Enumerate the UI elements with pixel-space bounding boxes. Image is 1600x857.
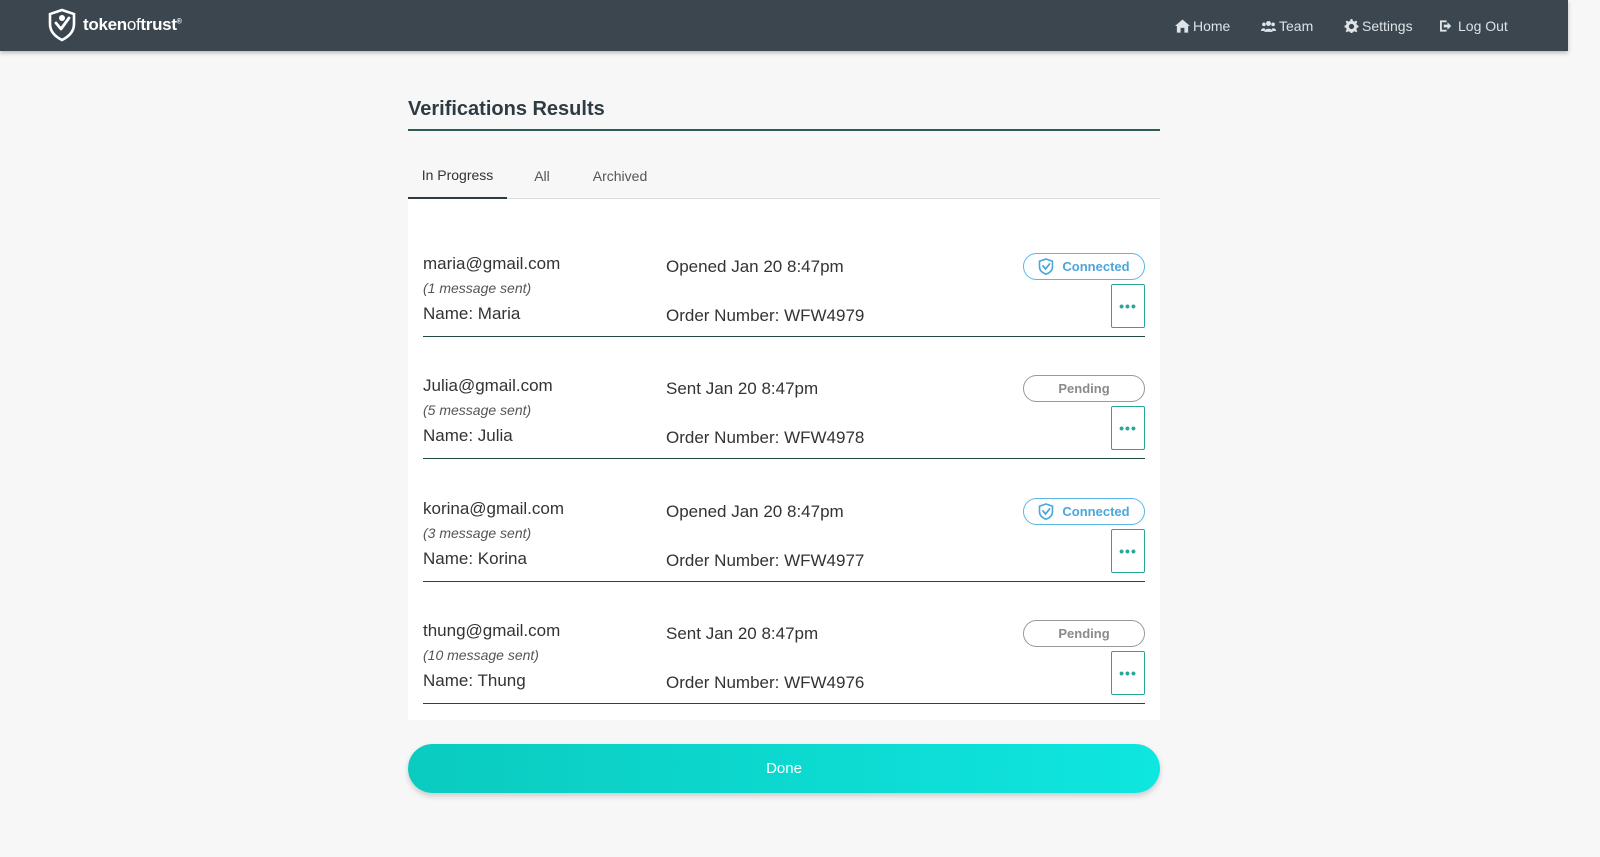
nav-home-link[interactable]: Home [1175, 0, 1230, 51]
title-divider [408, 129, 1160, 131]
status-tabs: In Progress All Archived [408, 152, 1160, 199]
ellipsis-icon: ••• [1119, 665, 1137, 681]
recipient-name: Name: Thung [423, 671, 526, 690]
top-navigation-bar: tokenoftrust® Home Team Settings Log Out [0, 0, 1568, 51]
more-options-button[interactable]: ••• [1111, 406, 1145, 450]
tab-archived[interactable]: Archived [584, 152, 656, 199]
nav-logout-link[interactable]: Log Out [1440, 0, 1508, 51]
nav-team-link[interactable]: Team [1261, 0, 1313, 51]
list-item: korina@gmail.com (3 message sent) Name: … [423, 460, 1145, 582]
more-options-button[interactable]: ••• [1111, 284, 1145, 328]
status-badge-label: Connected [1062, 259, 1130, 274]
ellipsis-icon: ••• [1119, 543, 1137, 559]
nav-team-label: Team [1279, 17, 1314, 34]
tab-in-progress[interactable]: In Progress [408, 152, 507, 199]
shield-check-logo-icon [48, 8, 76, 42]
team-icon [1261, 20, 1276, 32]
nav-settings-link[interactable]: Settings [1344, 0, 1413, 51]
recipient-name: Name: Maria [423, 304, 521, 323]
messages-sent-count: (5 message sent) [423, 402, 532, 418]
list-item: Julia@gmail.com (5 message sent) Name: J… [423, 337, 1145, 459]
status-badge-pending: Pending [1023, 375, 1145, 402]
messages-sent-count: (3 message sent) [423, 525, 532, 541]
status-badge-label: Connected [1062, 504, 1130, 519]
status-badge-connected: Connected [1023, 498, 1145, 525]
order-number: Order Number: WFW4978 [666, 428, 865, 447]
more-options-button[interactable]: ••• [1111, 651, 1145, 695]
status-badge-pending: Pending [1023, 620, 1145, 647]
token-of-trust-logo[interactable]: tokenoftrust® [47, 8, 182, 42]
list-item: maria@gmail.com (1 message sent) Name: M… [423, 215, 1145, 337]
status-badge-label: Pending [1058, 381, 1110, 396]
ellipsis-icon: ••• [1119, 298, 1137, 314]
home-icon [1175, 18, 1190, 33]
activity-status: Sent Jan 20 8:47pm [666, 624, 819, 643]
messages-sent-count: (10 message sent) [423, 647, 539, 663]
status-badge-connected: Connected [1023, 253, 1145, 280]
shield-check-icon [1039, 258, 1054, 275]
order-number: Order Number: WFW4979 [666, 306, 865, 325]
ellipsis-icon: ••• [1119, 420, 1137, 436]
gear-icon [1344, 18, 1359, 33]
verification-list: maria@gmail.com (1 message sent) Name: M… [408, 199, 1160, 720]
recipient-email: thung@gmail.com [423, 621, 561, 640]
nav-home-label: Home [1193, 17, 1231, 34]
nav-logout-label: Log Out [1458, 17, 1508, 34]
more-options-button[interactable]: ••• [1111, 529, 1145, 573]
logo-wordmark: tokenoftrust® [83, 15, 182, 34]
page-title: Verifications Results [408, 98, 605, 120]
recipient-email: Julia@gmail.com [423, 376, 553, 395]
activity-status: Opened Jan 20 8:47pm [666, 502, 844, 521]
order-number: Order Number: WFW4977 [666, 551, 865, 570]
recipient-name: Name: Korina [423, 549, 527, 568]
messages-sent-count: (1 message sent) [423, 280, 532, 296]
logout-icon [1440, 19, 1452, 32]
done-button[interactable]: Done [408, 744, 1160, 793]
shield-check-icon [1039, 503, 1054, 520]
order-number: Order Number: WFW4976 [666, 673, 865, 692]
list-item: thung@gmail.com (10 message sent) Name: … [423, 582, 1145, 704]
recipient-name: Name: Julia [423, 426, 513, 445]
nav-settings-label: Settings [1362, 17, 1413, 34]
activity-status: Sent Jan 20 8:47pm [666, 379, 819, 398]
recipient-email: korina@gmail.com [423, 499, 565, 518]
tab-all[interactable]: All [522, 152, 562, 199]
activity-status: Opened Jan 20 8:47pm [666, 257, 844, 276]
status-badge-label: Pending [1058, 626, 1110, 641]
recipient-email: maria@gmail.com [423, 254, 561, 273]
